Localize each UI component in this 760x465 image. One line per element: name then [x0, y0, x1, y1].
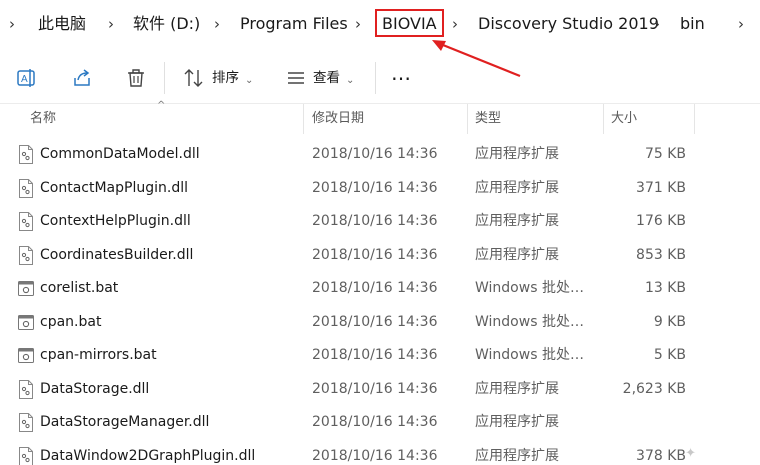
- table-row[interactable]: cpan.bat 2018/10/16 14:36 Windows 批处理... 9 …: [0, 305, 760, 338]
- file-type: 应用程序扩展: [475, 146, 559, 162]
- dll-file-icon: [19, 178, 33, 198]
- svg-text:A: A: [21, 74, 28, 85]
- column-divider[interactable]: [603, 104, 604, 134]
- share-icon[interactable]: [70, 66, 94, 90]
- file-name: DataStorageManager.dll: [40, 414, 210, 430]
- file-name: corelist.bat: [40, 280, 119, 296]
- file-size: 5 KB: [653, 347, 686, 363]
- dll-file-icon: [19, 446, 33, 465]
- sort-ascending-icon: ^: [157, 100, 166, 111]
- column-header-type[interactable]: 类型: [475, 104, 501, 134]
- table-row[interactable]: CoordinatesBuilder.dll 2018/10/16 14:36 应用…: [0, 238, 760, 271]
- breadcrumb-item-bin[interactable]: bin: [680, 13, 705, 35]
- breadcrumb: › 此电脑 › 软件 (D:) › Program Files › BIOVIA…: [0, 0, 760, 48]
- bat-file-icon: [18, 314, 34, 330]
- watermark: ✦: [685, 446, 696, 461]
- breadcrumb-item-drive-d[interactable]: 软件 (D:): [133, 13, 200, 35]
- chevron-right-icon[interactable]: ›: [355, 13, 361, 35]
- rename-icon[interactable]: A: [15, 66, 39, 90]
- file-type: Windows 批处理...: [475, 280, 593, 296]
- sort-icon[interactable]: [182, 66, 206, 90]
- file-size: 176 KB: [636, 213, 686, 229]
- file-modified-date: 2018/10/16 14:36: [312, 213, 438, 229]
- dll-file-icon: [19, 379, 33, 399]
- file-modified-date: 2018/10/16 14:36: [312, 414, 438, 430]
- chevron-right-icon[interactable]: ›: [108, 13, 114, 35]
- file-name: cpan-mirrors.bat: [40, 347, 157, 363]
- table-row[interactable]: ContextHelpPlugin.dll 2018/10/16 14:36 应用程…: [0, 204, 760, 237]
- column-divider[interactable]: [467, 104, 468, 134]
- delete-icon[interactable]: [124, 66, 148, 90]
- chevron-down-icon[interactable]: ⌄: [346, 72, 354, 90]
- file-name: DataWindow2DGraphPlugin.dll: [40, 447, 256, 464]
- sort-button[interactable]: 排序: [212, 69, 239, 87]
- file-type: 应用程序扩展: [475, 213, 559, 229]
- file-type: 应用程序扩展: [475, 380, 559, 397]
- file-type: Windows 批处理...: [475, 313, 593, 330]
- column-header-name[interactable]: 名称: [30, 104, 56, 134]
- column-header-size[interactable]: 大小: [611, 104, 637, 134]
- dll-file-icon: [19, 145, 33, 164]
- breadcrumb-item-this-pc[interactable]: 此电脑: [38, 13, 86, 35]
- file-modified-date: 2018/10/16 14:36: [312, 246, 438, 263]
- breadcrumb-item-discovery-studio[interactable]: Discovery Studio 2019: [478, 13, 659, 35]
- table-row[interactable]: DataStorageManager.dll 2018/10/16 14:36 应用…: [0, 405, 760, 438]
- table-row[interactable]: ContactMapPlugin.dll 2018/10/16 14:36 应用程序…: [0, 171, 760, 204]
- breadcrumb-item-program-files[interactable]: Program Files: [240, 13, 348, 35]
- chevron-right-icon[interactable]: ›: [9, 13, 15, 35]
- bat-file-icon: [18, 348, 34, 363]
- chevron-right-icon[interactable]: ›: [452, 13, 458, 35]
- file-name: ContactMapPlugin.dll: [40, 179, 188, 196]
- table-row[interactable]: CommonDataModel.dll 2018/10/16 14:36 应用程序扩…: [0, 137, 760, 170]
- file-name: ContextHelpPlugin.dll: [40, 213, 191, 229]
- file-type: 应用程序扩展: [475, 447, 559, 464]
- table-row[interactable]: corelist.bat 2018/10/16 14:36 Windows 批处理.…: [0, 271, 760, 304]
- file-modified-date: 2018/10/16 14:36: [312, 447, 438, 464]
- highlight-box: [375, 9, 444, 37]
- file-type: 应用程序扩展: [475, 414, 559, 430]
- file-modified-date: 2018/10/16 14:36: [312, 146, 438, 162]
- view-button[interactable]: 查看: [313, 69, 340, 87]
- toolbar-divider: [164, 62, 165, 94]
- chevron-right-icon[interactable]: ›: [654, 13, 660, 35]
- toolbar-separator: [0, 103, 760, 104]
- file-size: 371 KB: [636, 179, 686, 196]
- file-size: 378 KB: [636, 447, 686, 464]
- dll-file-icon: [19, 212, 33, 231]
- more-icon[interactable]: …: [391, 63, 412, 83]
- file-type: 应用程序扩展: [475, 246, 559, 263]
- table-row[interactable]: cpan-mirrors.bat 2018/10/16 14:36 Windows …: [0, 338, 760, 371]
- toolbar-divider: [375, 62, 376, 94]
- file-modified-date: 2018/10/16 14:36: [312, 179, 438, 196]
- toolbar: A 排序 ⌄ 查看 ⌄ …: [0, 54, 760, 104]
- file-type: 应用程序扩展: [475, 179, 559, 196]
- column-divider[interactable]: [694, 104, 695, 134]
- chevron-right-icon[interactable]: ›: [738, 13, 744, 35]
- file-modified-date: 2018/10/16 14:36: [312, 380, 438, 397]
- dll-file-icon: [19, 413, 33, 432]
- table-row[interactable]: DataStorage.dll 2018/10/16 14:36 应用程序扩展 2,6…: [0, 372, 760, 405]
- file-size: 13 KB: [644, 280, 686, 296]
- file-modified-date: 2018/10/16 14:36: [312, 347, 438, 363]
- file-name: DataStorage.dll: [40, 380, 150, 397]
- dll-file-icon: [19, 245, 33, 265]
- file-name: cpan.bat: [40, 313, 102, 330]
- view-icon[interactable]: [284, 66, 308, 90]
- file-size: 9 KB: [653, 313, 686, 330]
- table-row[interactable]: DataWindow2DGraphPlugin.dll 2018/10/16 14…: [0, 439, 760, 465]
- file-modified-date: 2018/10/16 14:36: [312, 313, 438, 330]
- file-size: 75 KB: [644, 146, 686, 162]
- file-size: 853 KB: [636, 246, 686, 263]
- chevron-down-icon[interactable]: ⌄: [245, 72, 253, 90]
- chevron-right-icon[interactable]: ›: [214, 13, 220, 35]
- file-name: CoordinatesBuilder.dll: [40, 246, 194, 263]
- file-type: Windows 批处理...: [475, 347, 593, 363]
- bat-file-icon: [18, 281, 34, 296]
- file-name: CommonDataModel.dll: [40, 146, 200, 162]
- file-modified-date: 2018/10/16 14:36: [312, 280, 438, 296]
- file-size: 2,623 KB: [622, 380, 686, 397]
- column-divider[interactable]: [303, 104, 304, 134]
- column-header-date[interactable]: 修改日期: [312, 104, 364, 134]
